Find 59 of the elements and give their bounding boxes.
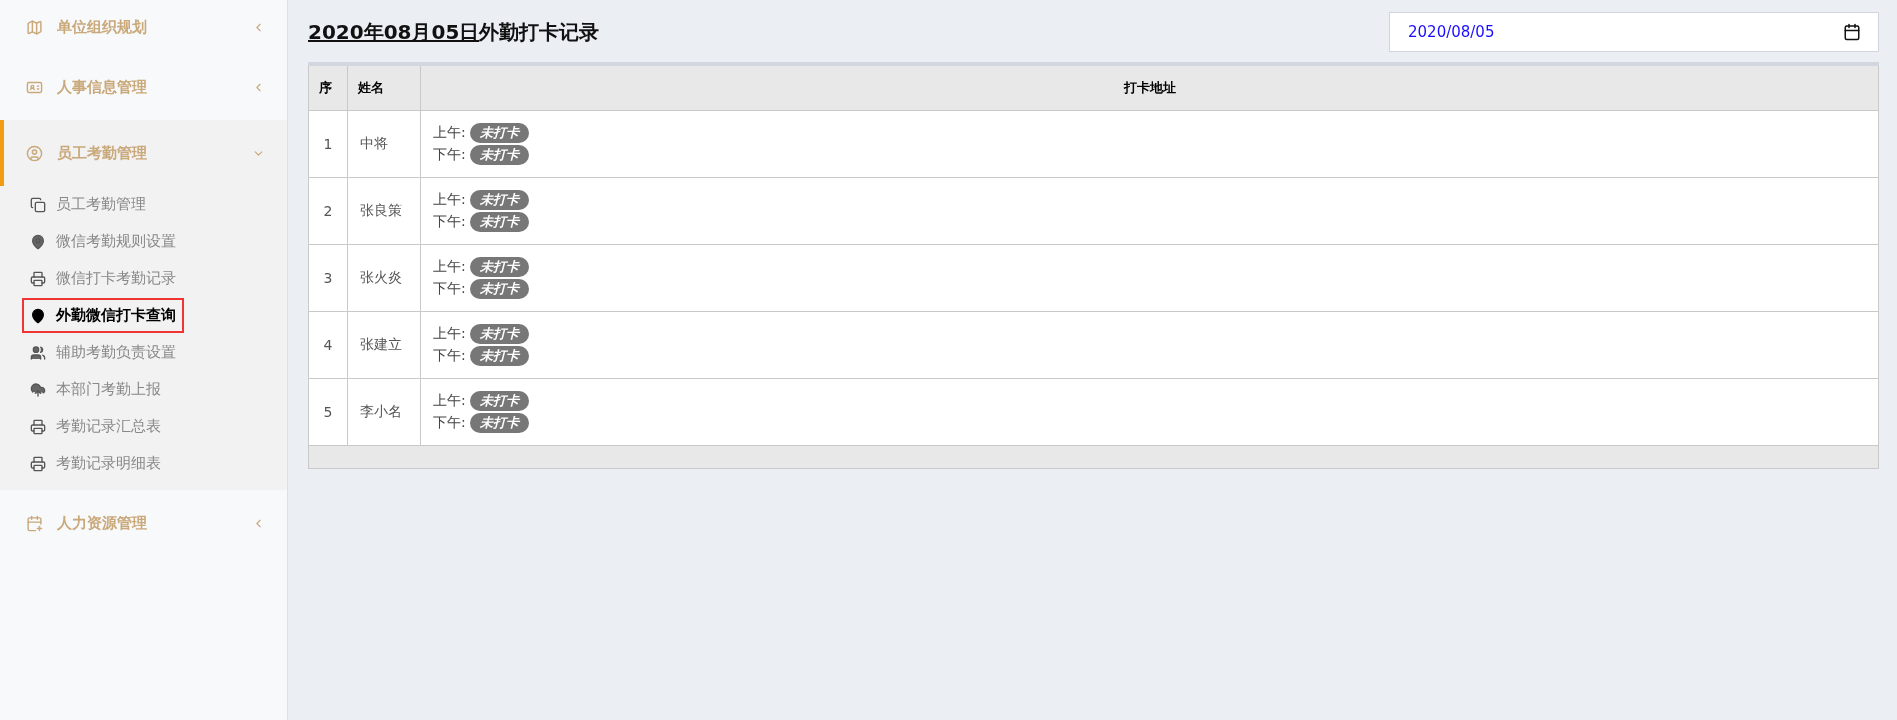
time-label: 上午: bbox=[433, 124, 466, 142]
menu-item[interactable]: 员工考勤管理 bbox=[24, 186, 152, 223]
time-label: 下午: bbox=[433, 347, 466, 365]
time-label: 下午: bbox=[433, 146, 466, 164]
map-icon bbox=[26, 18, 43, 36]
status-badge: 未打卡 bbox=[469, 324, 529, 344]
menu-item[interactable]: 本部门考勤上报 bbox=[24, 371, 167, 408]
status-badge: 未打卡 bbox=[469, 391, 529, 411]
column-header: 姓名 bbox=[347, 64, 421, 111]
status-badge: 未打卡 bbox=[469, 123, 529, 143]
table-cell: 李小名 bbox=[347, 378, 421, 446]
menu-item[interactable]: 微信打卡考勤记录 bbox=[24, 260, 182, 297]
menu-group[interactable]: 人力资源管理 bbox=[0, 490, 287, 556]
column-header: 序 bbox=[308, 64, 348, 111]
menu-item[interactable]: 考勤记录汇总表 bbox=[24, 408, 167, 445]
pin-icon bbox=[30, 233, 46, 250]
table-cell: 中将 bbox=[347, 110, 421, 178]
time-label: 上午: bbox=[433, 258, 466, 276]
menu-item[interactable]: 辅助考勤负责设置 bbox=[24, 334, 182, 371]
menu-item[interactable]: 外勤微信打卡查询 bbox=[24, 300, 182, 331]
cloud-upload-icon bbox=[30, 381, 46, 398]
column-header: 打卡地址 bbox=[420, 64, 1879, 111]
menu-item[interactable]: 微信考勤规则设置 bbox=[24, 223, 182, 260]
status-badge: 未打卡 bbox=[469, 346, 529, 366]
table-cell: 2 bbox=[308, 177, 348, 245]
status-badge: 未打卡 bbox=[469, 257, 529, 277]
user-icon bbox=[26, 144, 43, 162]
menu-group[interactable]: 人事信息管理 bbox=[0, 54, 287, 120]
status-badge: 未打卡 bbox=[469, 279, 529, 299]
page-title: 2020年08月05日外勤打卡记录 bbox=[308, 18, 600, 46]
users-icon bbox=[30, 344, 46, 361]
table-cell: 4 bbox=[308, 311, 348, 379]
printer-icon bbox=[30, 455, 46, 472]
time-label: 上午: bbox=[433, 325, 466, 343]
menu-group[interactable]: 员工考勤管理 bbox=[0, 120, 287, 186]
time-label: 上午: bbox=[433, 392, 466, 410]
time-label: 下午: bbox=[433, 414, 466, 432]
menu-group[interactable]: 单位组织规划 bbox=[0, 0, 287, 54]
calendar-icon bbox=[26, 514, 43, 532]
table-cell: 张火炎 bbox=[347, 244, 421, 312]
time-label: 下午: bbox=[433, 280, 466, 298]
table-cell: 3 bbox=[308, 244, 348, 312]
table-cell: 5 bbox=[308, 378, 348, 446]
printer-icon bbox=[30, 418, 46, 435]
table-cell: 张良策 bbox=[347, 177, 421, 245]
status-badge: 未打卡 bbox=[469, 212, 529, 232]
status-badge: 未打卡 bbox=[469, 413, 529, 433]
date-field[interactable]: 2020/08/05 bbox=[1389, 12, 1879, 52]
pin-icon bbox=[30, 307, 46, 324]
calendar-icon[interactable] bbox=[1843, 23, 1861, 41]
printer-icon bbox=[30, 270, 46, 287]
time-label: 下午: bbox=[433, 213, 466, 231]
status-badge: 未打卡 bbox=[469, 145, 529, 165]
table-cell: 1 bbox=[308, 110, 348, 178]
table-cell: 张建立 bbox=[347, 311, 421, 379]
menu-item[interactable]: 考勤记录明细表 bbox=[24, 445, 167, 482]
windows-icon bbox=[30, 196, 46, 213]
status-badge: 未打卡 bbox=[469, 190, 529, 210]
time-label: 上午: bbox=[433, 191, 466, 209]
